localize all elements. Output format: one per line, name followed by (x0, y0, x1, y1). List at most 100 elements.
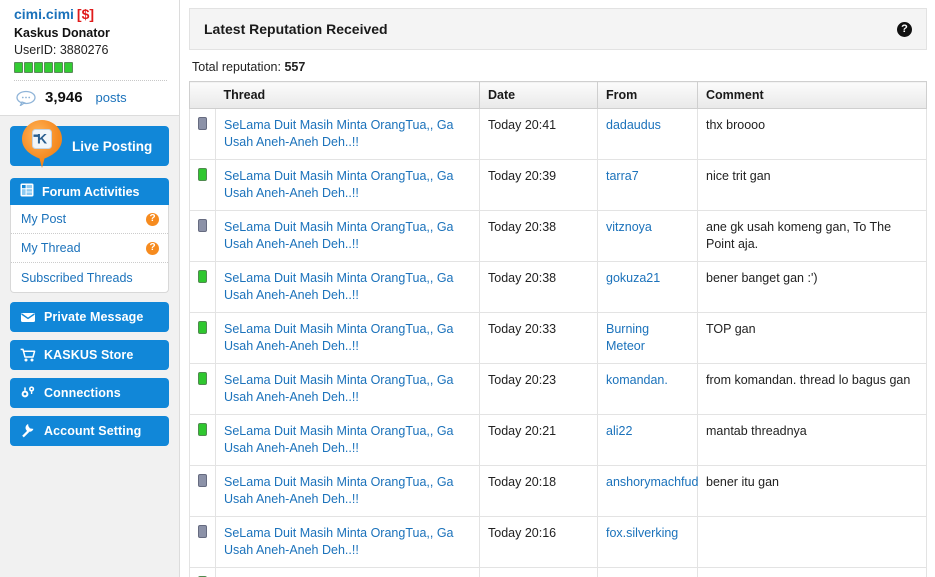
from-user-link[interactable]: anshorymachfud (606, 475, 698, 489)
live-posting-button[interactable]: K Live Posting (10, 120, 169, 168)
posts-label: posts (95, 90, 127, 105)
cell-comment: TOP gan (697, 312, 927, 364)
main-content: Latest Reputation Received ? Total reput… (180, 0, 935, 577)
cell-indicator (189, 312, 216, 364)
user-id: UserID: 3880276 (14, 43, 109, 57)
sidebar-button-private-message[interactable]: Private Message (10, 302, 169, 332)
sidebar-button-label: KASKUS Store (44, 348, 134, 362)
forum-activity-item-0[interactable]: My Post? (11, 205, 168, 234)
from-user-link[interactable]: Burning Meteor (606, 322, 649, 353)
reputation-indicator-icon (198, 525, 207, 538)
reputation-indicator-icon (198, 117, 207, 130)
cell-indicator (189, 363, 216, 415)
forum-activities-label: Forum Activities (42, 184, 140, 199)
thread-link[interactable]: SeLama Duit Masih Minta OrangTua,, Ga Us… (224, 271, 454, 302)
cell-thread: SeLama Duit Masih Minta OrangTua,, Ga Us… (215, 567, 480, 577)
reputation-indicator-icon (198, 219, 207, 232)
table-row: SeLama Duit Masih Minta OrangTua,, Ga Us… (189, 312, 927, 364)
shopping-cart-icon (20, 347, 36, 363)
thread-link[interactable]: SeLama Duit Masih Minta OrangTua,, Ga Us… (224, 424, 454, 455)
from-user-link[interactable]: tarra7 (606, 169, 639, 183)
th-thread[interactable]: Thread (215, 81, 480, 109)
cell-comment: nice trit gan (697, 159, 927, 211)
username-link[interactable]: cimi.cimi (14, 6, 74, 22)
thread-link[interactable]: SeLama Duit Masih Minta OrangTua,, Ga Us… (224, 220, 454, 251)
table-row: SeLama Duit Masih Minta OrangTua,, Ga Us… (189, 465, 927, 517)
cell-indicator (189, 465, 216, 517)
reputation-pip (44, 62, 53, 73)
username-row: cimi.cimi [$] (14, 6, 167, 23)
reputation-indicator-icon (198, 474, 207, 487)
cell-indicator (189, 516, 216, 568)
cell-thread: SeLama Duit Masih Minta OrangTua,, Ga Us… (215, 414, 480, 466)
reputation-table-body: SeLama Duit Masih Minta OrangTua,, Ga Us… (189, 108, 927, 577)
cell-date: Today 20:39 (479, 159, 598, 211)
from-user-link[interactable]: gokuza21 (606, 271, 660, 285)
help-badge-icon[interactable]: ? (146, 241, 159, 255)
posts-row: 3,946 posts (14, 80, 167, 115)
table-row: SeLama Duit Masih Minta OrangTua,, Ga Us… (189, 516, 927, 568)
th-comment[interactable]: Comment (697, 81, 927, 109)
cell-comment (697, 567, 927, 577)
from-user-link[interactable]: komandan. (606, 373, 668, 387)
cell-from: dadaudus (597, 108, 698, 160)
cell-from: fox.silverking (597, 516, 698, 568)
thread-link[interactable]: SeLama Duit Masih Minta OrangTua,, Ga Us… (224, 475, 454, 506)
svg-text:K: K (37, 131, 47, 147)
sidebar-button-label: Connections (44, 386, 121, 400)
cell-thread: SeLama Duit Masih Minta OrangTua,, Ga Us… (215, 210, 480, 262)
cell-thread: SeLama Duit Masih Minta OrangTua,, Ga Us… (215, 516, 480, 568)
sidebar-button-list: Private Message KASKUS Store Connections Ac… (0, 302, 179, 446)
cell-from: anshorymachfud (597, 465, 698, 517)
from-user-link[interactable]: dadaudus (606, 118, 661, 132)
live-posting-label: Live Posting (72, 138, 153, 154)
table-row: SeLama Duit Masih Minta OrangTua,, Ga Us… (189, 108, 927, 160)
from-user-link[interactable]: fox.silverking (606, 526, 678, 540)
thread-link[interactable]: SeLama Duit Masih Minta OrangTua,, Ga Us… (224, 526, 454, 557)
table-row: SeLama Duit Masih Minta OrangTua,, Ga Us… (189, 210, 927, 262)
cell-from: Burning Meteor (597, 312, 698, 364)
from-user-link[interactable]: ali22 (606, 424, 632, 438)
reputation-pip (24, 62, 33, 73)
speech-bubble-icon (16, 90, 36, 107)
user-info-card: cimi.cimi [$] Kaskus Donator UserID: 3880… (0, 0, 180, 116)
grid-panel-icon (20, 183, 34, 200)
thread-link[interactable]: SeLama Duit Masih Minta OrangTua,, Ga Us… (224, 373, 454, 404)
wrench-icon (20, 423, 36, 439)
help-badge-icon[interactable]: ? (146, 212, 159, 226)
cell-date: Today 20:21 (479, 414, 598, 466)
cell-from: gokuza21 (597, 261, 698, 313)
cell-thread: SeLama Duit Masih Minta OrangTua,, Ga Us… (215, 363, 480, 415)
cell-indicator (189, 159, 216, 211)
cell-from: ali22 (597, 414, 698, 466)
envelope-icon (20, 309, 36, 325)
thread-link[interactable]: SeLama Duit Masih Minta OrangTua,, Ga Us… (224, 118, 454, 149)
cell-date: Today 20:33 (479, 312, 598, 364)
cell-thread: SeLama Duit Masih Minta OrangTua,, Ga Us… (215, 465, 480, 517)
from-user-link[interactable]: vitznoya (606, 220, 652, 234)
question-mark-icon[interactable]: ? (897, 21, 912, 37)
forum-activities-list: My Post? My Thread? Subscribed Threads (10, 205, 169, 293)
sidebar-button-connections[interactable]: Connections (10, 378, 169, 408)
reputation-indicator-icon (198, 168, 207, 181)
cell-indicator (189, 210, 216, 262)
reputation-pip (54, 62, 63, 73)
reputation-indicator-icon (198, 321, 207, 334)
total-reputation-label: Total reputation: (192, 60, 281, 74)
forum-activity-item-1[interactable]: My Thread? (11, 234, 168, 263)
thread-link[interactable]: SeLama Duit Masih Minta OrangTua,, Ga Us… (224, 322, 454, 353)
cell-date: Today 20:18 (479, 465, 598, 517)
cell-comment: bener banget gan :') (697, 261, 927, 313)
user-title: Kaskus Donator (14, 26, 110, 40)
cell-indicator (189, 108, 216, 160)
forum-activities-header[interactable]: Forum Activities (10, 178, 169, 205)
th-date[interactable]: Date (479, 81, 598, 109)
cell-from: vitznoya (597, 210, 698, 262)
th-from[interactable]: From (597, 81, 698, 109)
forum-activity-label: My Post (21, 212, 67, 226)
thread-link[interactable]: SeLama Duit Masih Minta OrangTua,, Ga Us… (224, 169, 454, 200)
sidebar-button-kaskus-store[interactable]: KASKUS Store (10, 340, 169, 370)
sidebar-button-account-setting[interactable]: Account Setting (10, 416, 169, 446)
forum-activity-item-2[interactable]: Subscribed Threads (11, 263, 168, 292)
reputation-pip (14, 62, 23, 73)
